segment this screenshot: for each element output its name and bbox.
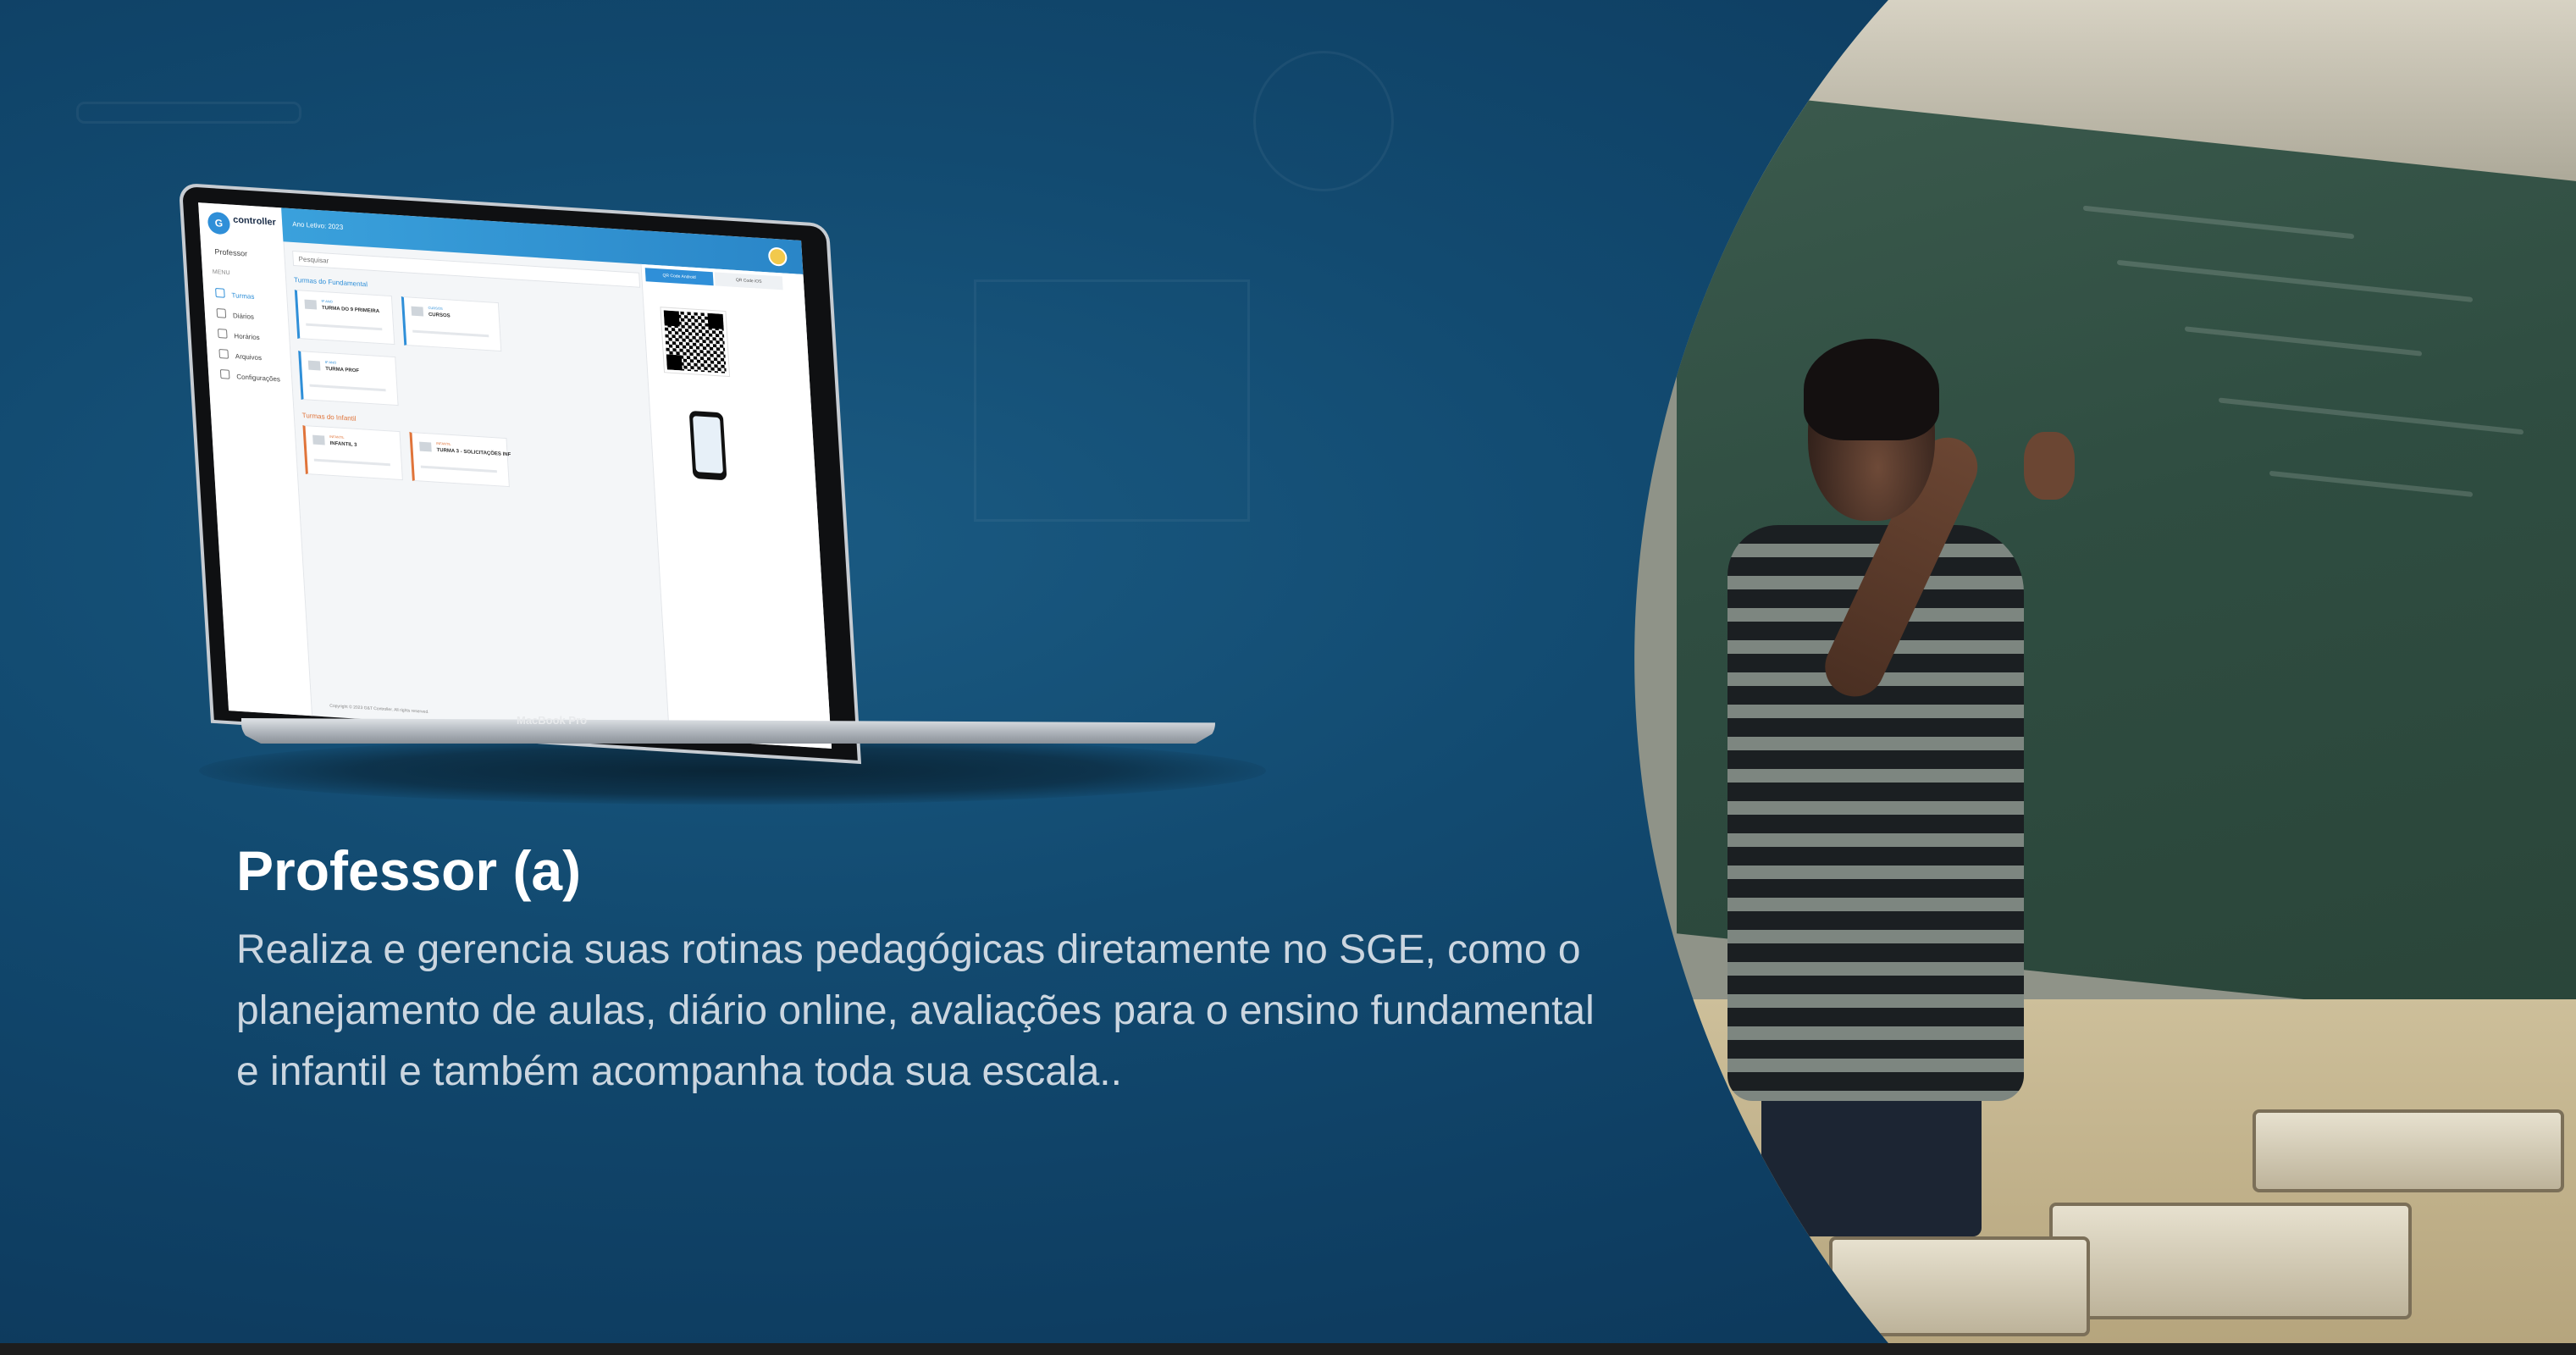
- laptop-lid: G controller Professor MENU Turmas Diári…: [182, 186, 1283, 760]
- laptop-brand-label: MacBook Pro: [517, 714, 588, 727]
- section-title-fundamental: Turmas do Fundamental: [293, 275, 368, 289]
- class-year: INFANTIL: [329, 434, 345, 440]
- class-footer: [306, 323, 383, 331]
- class-name: TURMA DO 9 PRIMEIRA: [321, 305, 380, 315]
- decorative-shape: [76, 102, 301, 124]
- student-desk: [1829, 1236, 2090, 1336]
- teacher-figure: [1804, 339, 1939, 440]
- class-icon: [307, 360, 321, 371]
- tab-qr-android[interactable]: QR Code Android: [644, 268, 714, 286]
- chalk-writing: [2219, 397, 2523, 434]
- app-screenshot: G controller Professor MENU Turmas Diári…: [198, 202, 832, 749]
- book-icon: [216, 308, 227, 318]
- class-name: INFANTIL 3: [329, 440, 357, 448]
- class-year: 9º ANO: [321, 298, 333, 304]
- class-name: CURSOS: [428, 312, 451, 319]
- qr-panel: QR Code Android QR Code iOS: [640, 263, 832, 749]
- class-icon: [411, 306, 424, 317]
- user-role: Professor: [214, 247, 248, 258]
- class-card[interactable]: INFANTIL TURMA 3 - SOLICITAÇÕES INF: [409, 431, 511, 488]
- sidebar-item-turmas[interactable]: Turmas: [215, 288, 255, 301]
- class-icon: [419, 441, 432, 452]
- class-footer: [309, 384, 386, 392]
- clock-icon: [217, 329, 228, 339]
- class-card[interactable]: INFANTIL INFANTIL 3: [302, 424, 403, 481]
- class-name: TURMA 3 - SOLICITAÇÕES INF: [436, 447, 511, 458]
- page-description: Realiza e gerencia suas rotinas pedagógi…: [236, 927, 1595, 1094]
- student-desk: [2253, 1109, 2564, 1192]
- menu-label: MENU: [212, 268, 230, 277]
- class-footer: [420, 465, 497, 473]
- chalk-writing: [2185, 326, 2422, 356]
- class-icon: [312, 434, 325, 445]
- chalk-writing: [2117, 260, 2473, 302]
- hero-section: G controller Professor MENU Turmas Diári…: [0, 0, 2576, 1355]
- tab-qr-ios[interactable]: QR Code iOS: [714, 272, 783, 290]
- class-card[interactable]: CURSOS CURSOS: [401, 296, 502, 352]
- app-logo-icon: G: [207, 211, 231, 235]
- class-footer: [313, 458, 390, 467]
- chalk-writing: [2269, 471, 2473, 497]
- class-card[interactable]: 9º ANO TURMA DO 9 PRIMEIRA: [294, 289, 395, 346]
- teacher-figure: [2024, 432, 2075, 500]
- teacher-at-chalkboard-photo: [1609, 0, 2576, 1343]
- class-name: TURMA PROF: [325, 366, 360, 374]
- class-year: 8º ANO: [324, 359, 337, 365]
- page-title: Professor (a): [236, 839, 582, 902]
- chalk-writing: [2083, 206, 2354, 240]
- decorative-shape: [1253, 51, 1394, 191]
- laptop-screen-frame: G controller Professor MENU Turmas Diári…: [182, 186, 858, 760]
- copyright-text: Copyright © 2023 G&T Controller. All rig…: [329, 703, 429, 716]
- class-footer: [412, 329, 489, 338]
- laptop-mockup: G controller Professor MENU Turmas Diári…: [182, 186, 1266, 830]
- phone-icon: [688, 410, 727, 481]
- folder-icon: [218, 349, 229, 359]
- bottom-bar: [0, 1343, 2576, 1355]
- app-logo-text: controller: [232, 214, 277, 228]
- sidebar-item-configuracoes[interactable]: Configurações: [219, 369, 280, 383]
- sidebar-item-diarios[interactable]: Diários: [216, 308, 254, 321]
- year-selector[interactable]: Ano Letivo: 2023: [292, 220, 344, 231]
- sidebar-item-arquivos[interactable]: Arquivos: [218, 349, 262, 362]
- gear-icon: [219, 369, 230, 379]
- class-year: CURSOS: [428, 305, 443, 311]
- sidebar-item-horarios[interactable]: Horários: [217, 329, 260, 341]
- class-icon: [304, 299, 318, 310]
- class-year: INFANTIL: [435, 440, 451, 446]
- qr-code-icon: [660, 307, 731, 378]
- users-icon: [215, 288, 225, 298]
- class-card[interactable]: 8º ANO TURMA PROF: [298, 350, 399, 406]
- section-title-infantil: Turmas do Infantil: [301, 411, 357, 423]
- student-desk: [2049, 1203, 2412, 1319]
- avatar[interactable]: [767, 246, 788, 267]
- teacher-figure: [1761, 1084, 1982, 1236]
